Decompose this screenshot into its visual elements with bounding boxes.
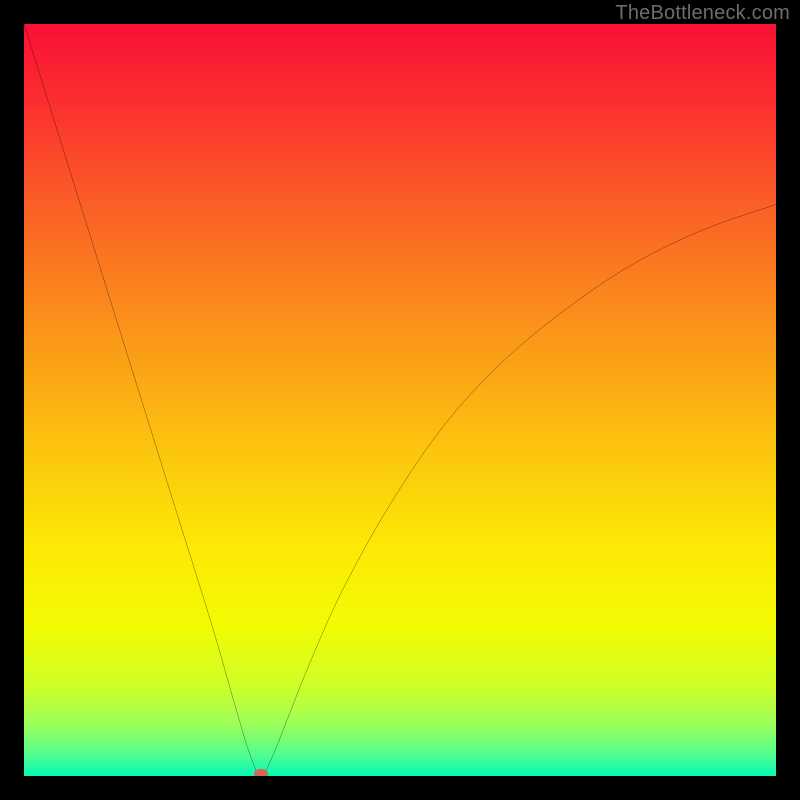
bottleneck-curve — [24, 24, 776, 776]
plot-area — [24, 24, 776, 776]
watermark-text: TheBottleneck.com — [615, 2, 790, 25]
chart-frame: TheBottleneck.com — [0, 0, 800, 800]
optimal-point-marker — [254, 769, 268, 776]
